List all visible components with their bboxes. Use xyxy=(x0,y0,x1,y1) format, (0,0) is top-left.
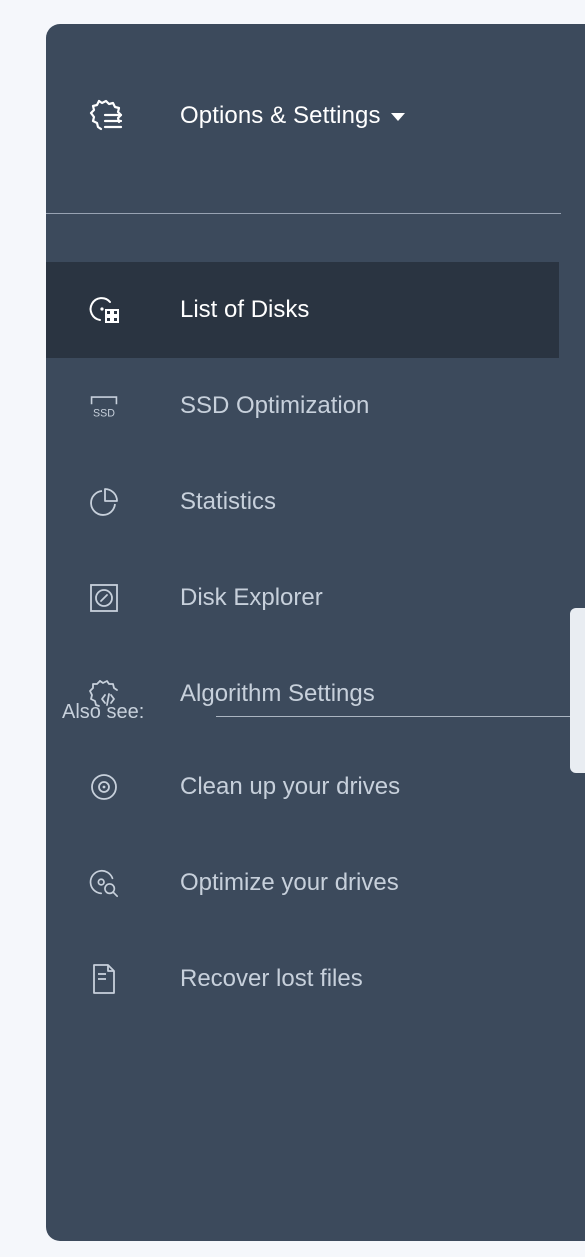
also-see-item-label: Optimize your drives xyxy=(180,869,399,896)
disc-icon xyxy=(88,771,120,803)
nav-label: Statistics xyxy=(180,488,277,515)
nav-label: List of Disks xyxy=(180,296,310,323)
settings-menu-toggle[interactable]: Options & Settings xyxy=(180,102,405,130)
also-see-label: Also see: xyxy=(62,700,145,723)
header-title-text: Options & Settings xyxy=(180,102,381,129)
panel-resize-handle[interactable] xyxy=(570,608,585,773)
disc-search-icon xyxy=(88,867,120,899)
nav-item-list-of-disks[interactable]: List of Disks xyxy=(46,262,559,358)
document-icon xyxy=(88,963,120,995)
pie-chart-icon xyxy=(88,486,120,518)
nav-label: SSD Optimization xyxy=(180,392,370,419)
also-see-section-header: Also see: xyxy=(62,694,572,730)
link-clean-up-drives[interactable]: Clean up your drives xyxy=(46,739,559,835)
header-divider xyxy=(46,213,561,214)
panel-header: Options & Settings xyxy=(46,24,585,214)
side-panel: Options & Settings List of Disks SSD SSD… xyxy=(46,24,585,1241)
disk-explorer-icon xyxy=(88,582,120,614)
link-recover-lost-files[interactable]: Recover lost files xyxy=(46,931,559,1027)
also-see-list: Clean up your drives Optimize your drive… xyxy=(46,739,559,1027)
caret-down-icon xyxy=(390,113,405,121)
also-see-divider xyxy=(216,716,572,717)
svg-text:SSD: SSD xyxy=(93,408,115,420)
nav-item-statistics[interactable]: Statistics xyxy=(46,454,559,550)
nav-label: Disk Explorer xyxy=(180,584,323,611)
disk-grid-icon xyxy=(88,294,120,326)
nav-item-disk-explorer[interactable]: Disk Explorer xyxy=(46,550,559,646)
also-see-item-label: Clean up your drives xyxy=(180,773,401,800)
gear-list-icon xyxy=(88,96,126,134)
also-see-item-label: Recover lost files xyxy=(180,965,363,992)
nav-item-ssd-optimization[interactable]: SSD SSD Optimization xyxy=(46,358,559,454)
ssd-icon: SSD xyxy=(88,390,120,422)
main-nav: List of Disks SSD SSD Optimization Stati… xyxy=(46,262,559,742)
link-optimize-drives[interactable]: Optimize your drives xyxy=(46,835,559,931)
